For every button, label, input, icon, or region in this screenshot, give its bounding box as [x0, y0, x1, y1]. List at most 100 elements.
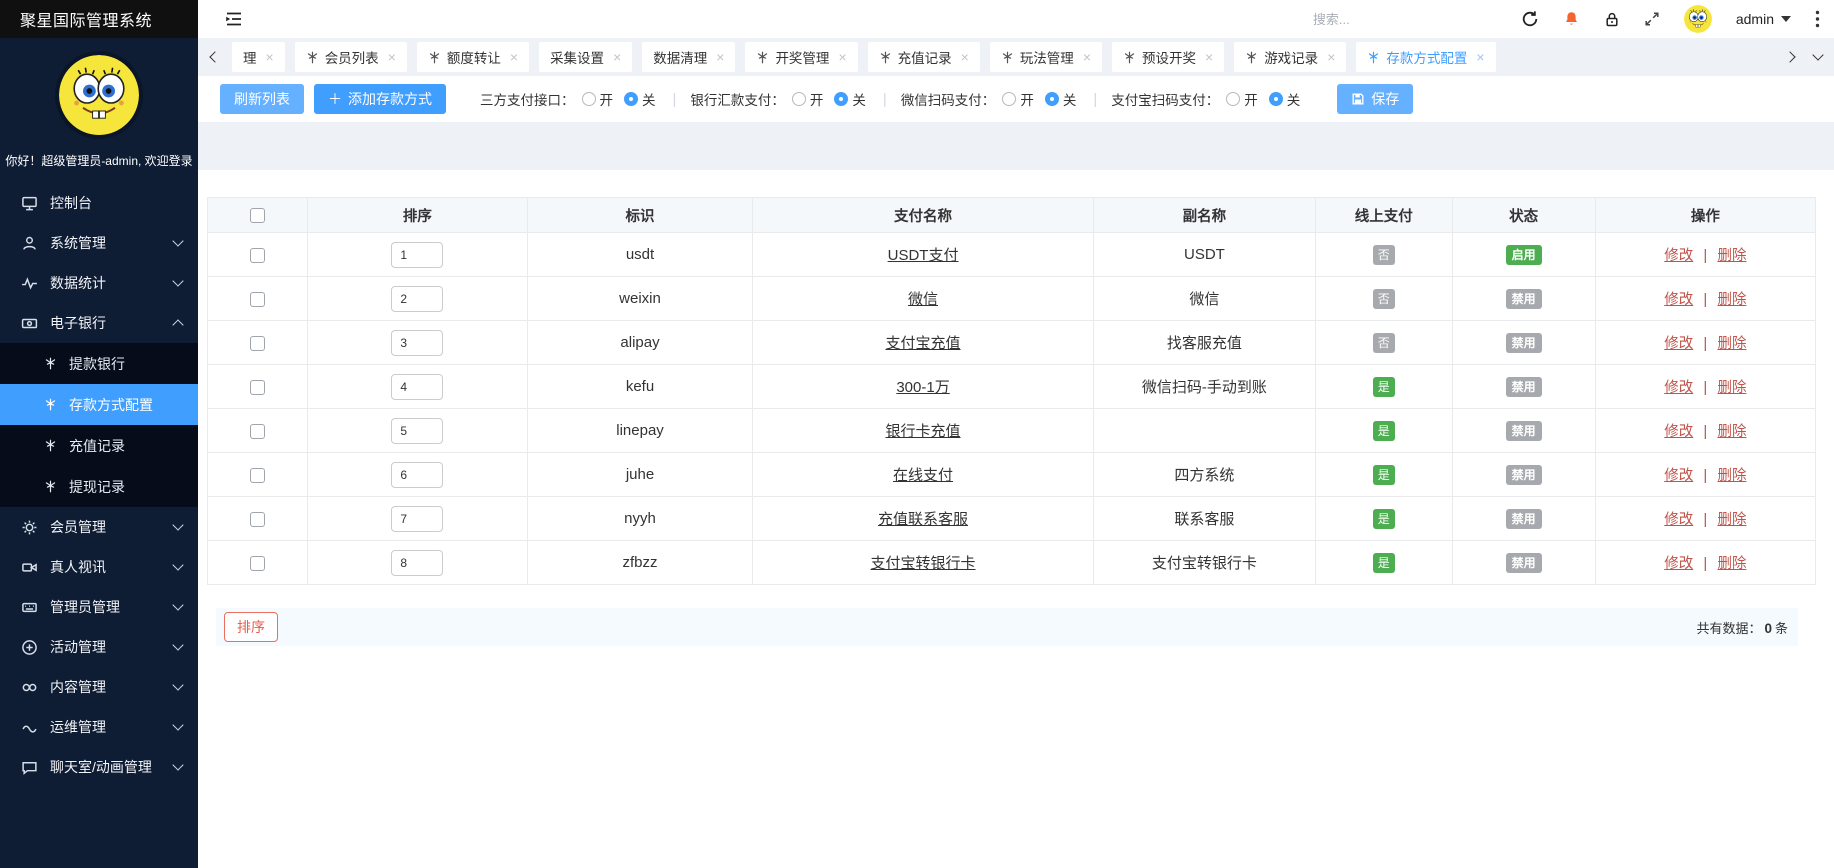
radio-option[interactable]: 开 — [1002, 89, 1034, 109]
tab[interactable]: 采集设置 × — [539, 42, 633, 72]
close-icon[interactable]: × — [838, 49, 846, 65]
row-checkbox[interactable] — [249, 511, 265, 527]
close-icon[interactable]: × — [266, 49, 274, 65]
radio-option[interactable]: 关 — [1044, 89, 1076, 109]
save-button[interactable]: 保存 — [1337, 84, 1414, 114]
radio-option[interactable]: 关 — [624, 89, 656, 109]
refresh-list-button[interactable]: 刷新列表 — [220, 84, 304, 114]
row-checkbox[interactable] — [249, 335, 265, 351]
row-checkbox[interactable] — [249, 379, 265, 395]
close-icon[interactable]: × — [510, 49, 518, 65]
notifications-bell-icon[interactable] — [1563, 10, 1580, 28]
sidebar-item[interactable]: 管理员管理 — [0, 587, 198, 627]
delete-link[interactable]: 删除 — [1717, 424, 1746, 440]
edit-link[interactable]: 修改 — [1664, 292, 1693, 308]
sidebar-item[interactable]: 真人视讯 — [0, 547, 198, 587]
payment-name-link[interactable]: 银行卡充值 — [886, 423, 961, 440]
sidebar-item[interactable]: 会员管理 — [0, 507, 198, 547]
radio-option[interactable]: 关 — [834, 89, 866, 109]
close-icon[interactable]: × — [1205, 49, 1213, 65]
payment-name-link[interactable]: 支付宝充值 — [886, 335, 961, 352]
sidebar-subitem[interactable]: 提现记录 — [0, 466, 198, 507]
sidebar-subitem[interactable]: 存款方式配置 — [0, 384, 198, 425]
close-icon[interactable]: × — [1476, 49, 1484, 65]
sort-input[interactable] — [391, 329, 444, 356]
sidebar-item[interactable]: 运维管理 — [0, 707, 198, 747]
radio-option[interactable]: 开 — [1226, 89, 1258, 109]
edit-link[interactable]: 修改 — [1664, 468, 1693, 484]
payment-name-link[interactable]: 300-1万 — [896, 379, 949, 396]
tab[interactable]: 充值记录 × — [867, 42, 980, 72]
add-deposit-method-button[interactable]: ＋添加存款方式 — [314, 84, 446, 114]
sidebar-item[interactable]: 电子银行 — [0, 303, 198, 343]
row-checkbox[interactable] — [249, 291, 265, 307]
sort-input[interactable] — [391, 461, 444, 488]
sidebar-item[interactable]: 数据统计 — [0, 263, 198, 303]
close-icon[interactable]: × — [613, 49, 621, 65]
select-all-checkbox[interactable] — [249, 207, 265, 223]
delete-link[interactable]: 删除 — [1717, 512, 1746, 528]
edit-link[interactable]: 修改 — [1664, 380, 1693, 396]
close-icon[interactable]: × — [1327, 49, 1335, 65]
edit-link[interactable]: 修改 — [1664, 336, 1693, 352]
radio-option[interactable]: 开 — [791, 89, 823, 109]
sidebar-subitem[interactable]: 提款银行 — [0, 343, 198, 384]
payment-name-link[interactable]: 支付宝转银行卡 — [871, 555, 976, 572]
close-icon[interactable]: × — [1083, 49, 1091, 65]
delete-link[interactable]: 删除 — [1717, 380, 1746, 396]
sidebar-item[interactable]: 聊天室/动画管理 — [0, 747, 198, 787]
lock-icon[interactable] — [1604, 11, 1620, 28]
payment-name-link[interactable]: 充值联系客服 — [878, 511, 968, 528]
tab[interactable]: 存款方式配置 × — [1356, 42, 1496, 72]
edit-link[interactable]: 修改 — [1664, 556, 1693, 572]
sort-input[interactable] — [391, 373, 444, 400]
sort-input[interactable] — [391, 241, 444, 268]
sort-input[interactable] — [391, 549, 444, 576]
sort-input[interactable] — [391, 285, 444, 312]
sidebar-item[interactable]: 内容管理 — [0, 667, 198, 707]
tab[interactable]: 理 × — [232, 42, 285, 72]
sort-input[interactable] — [391, 417, 444, 444]
tabs-scroll-right-icon[interactable] — [1784, 49, 1800, 65]
tab[interactable]: 游戏记录 × — [1234, 42, 1347, 72]
payment-name-link[interactable]: 微信 — [908, 291, 938, 308]
close-icon[interactable]: × — [388, 49, 396, 65]
sidebar-item[interactable]: 控制台 — [0, 183, 198, 223]
row-checkbox[interactable] — [249, 423, 265, 439]
refresh-icon[interactable] — [1521, 10, 1539, 28]
tab[interactable]: 数据清理 × — [642, 42, 736, 72]
payment-name-link[interactable]: 在线支付 — [893, 467, 953, 484]
user-avatar[interactable] — [55, 51, 143, 139]
delete-link[interactable]: 删除 — [1717, 556, 1746, 572]
sidebar-item[interactable]: 活动管理 — [0, 627, 198, 667]
tabs-scroll-left-icon[interactable] — [206, 49, 222, 65]
user-menu[interactable]: admin — [1736, 11, 1791, 27]
avatar[interactable] — [1684, 5, 1712, 33]
row-checkbox[interactable] — [249, 247, 265, 263]
delete-link[interactable]: 删除 — [1717, 292, 1746, 308]
kebab-menu-icon[interactable] — [1815, 10, 1820, 28]
search-input[interactable] — [1310, 10, 1481, 28]
edit-link[interactable]: 修改 — [1664, 512, 1693, 528]
radio-option[interactable]: 关 — [1268, 89, 1300, 109]
edit-link[interactable]: 修改 — [1664, 248, 1693, 264]
edit-link[interactable]: 修改 — [1664, 424, 1693, 440]
tab[interactable]: 开奖管理 × — [745, 42, 858, 72]
delete-link[interactable]: 删除 — [1717, 248, 1746, 264]
delete-link[interactable]: 删除 — [1717, 336, 1746, 352]
delete-link[interactable]: 删除 — [1717, 468, 1746, 484]
sort-button[interactable]: 排序 — [224, 612, 278, 642]
radio-option[interactable]: 开 — [581, 89, 613, 109]
row-checkbox[interactable] — [249, 467, 265, 483]
collapse-sidebar-icon[interactable] — [224, 10, 244, 28]
sort-input[interactable] — [391, 505, 444, 532]
row-checkbox[interactable] — [249, 555, 265, 571]
tabs-dropdown-icon[interactable] — [1810, 49, 1826, 65]
close-icon[interactable]: × — [716, 49, 724, 65]
tab[interactable]: 会员列表 × — [294, 42, 407, 72]
tab[interactable]: 额度转让 × — [416, 42, 530, 72]
payment-name-link[interactable]: USDT支付 — [888, 247, 959, 264]
fullscreen-icon[interactable] — [1644, 11, 1660, 27]
sidebar-item[interactable]: 系统管理 — [0, 223, 198, 263]
tab[interactable]: 预设开奖 × — [1112, 42, 1225, 72]
